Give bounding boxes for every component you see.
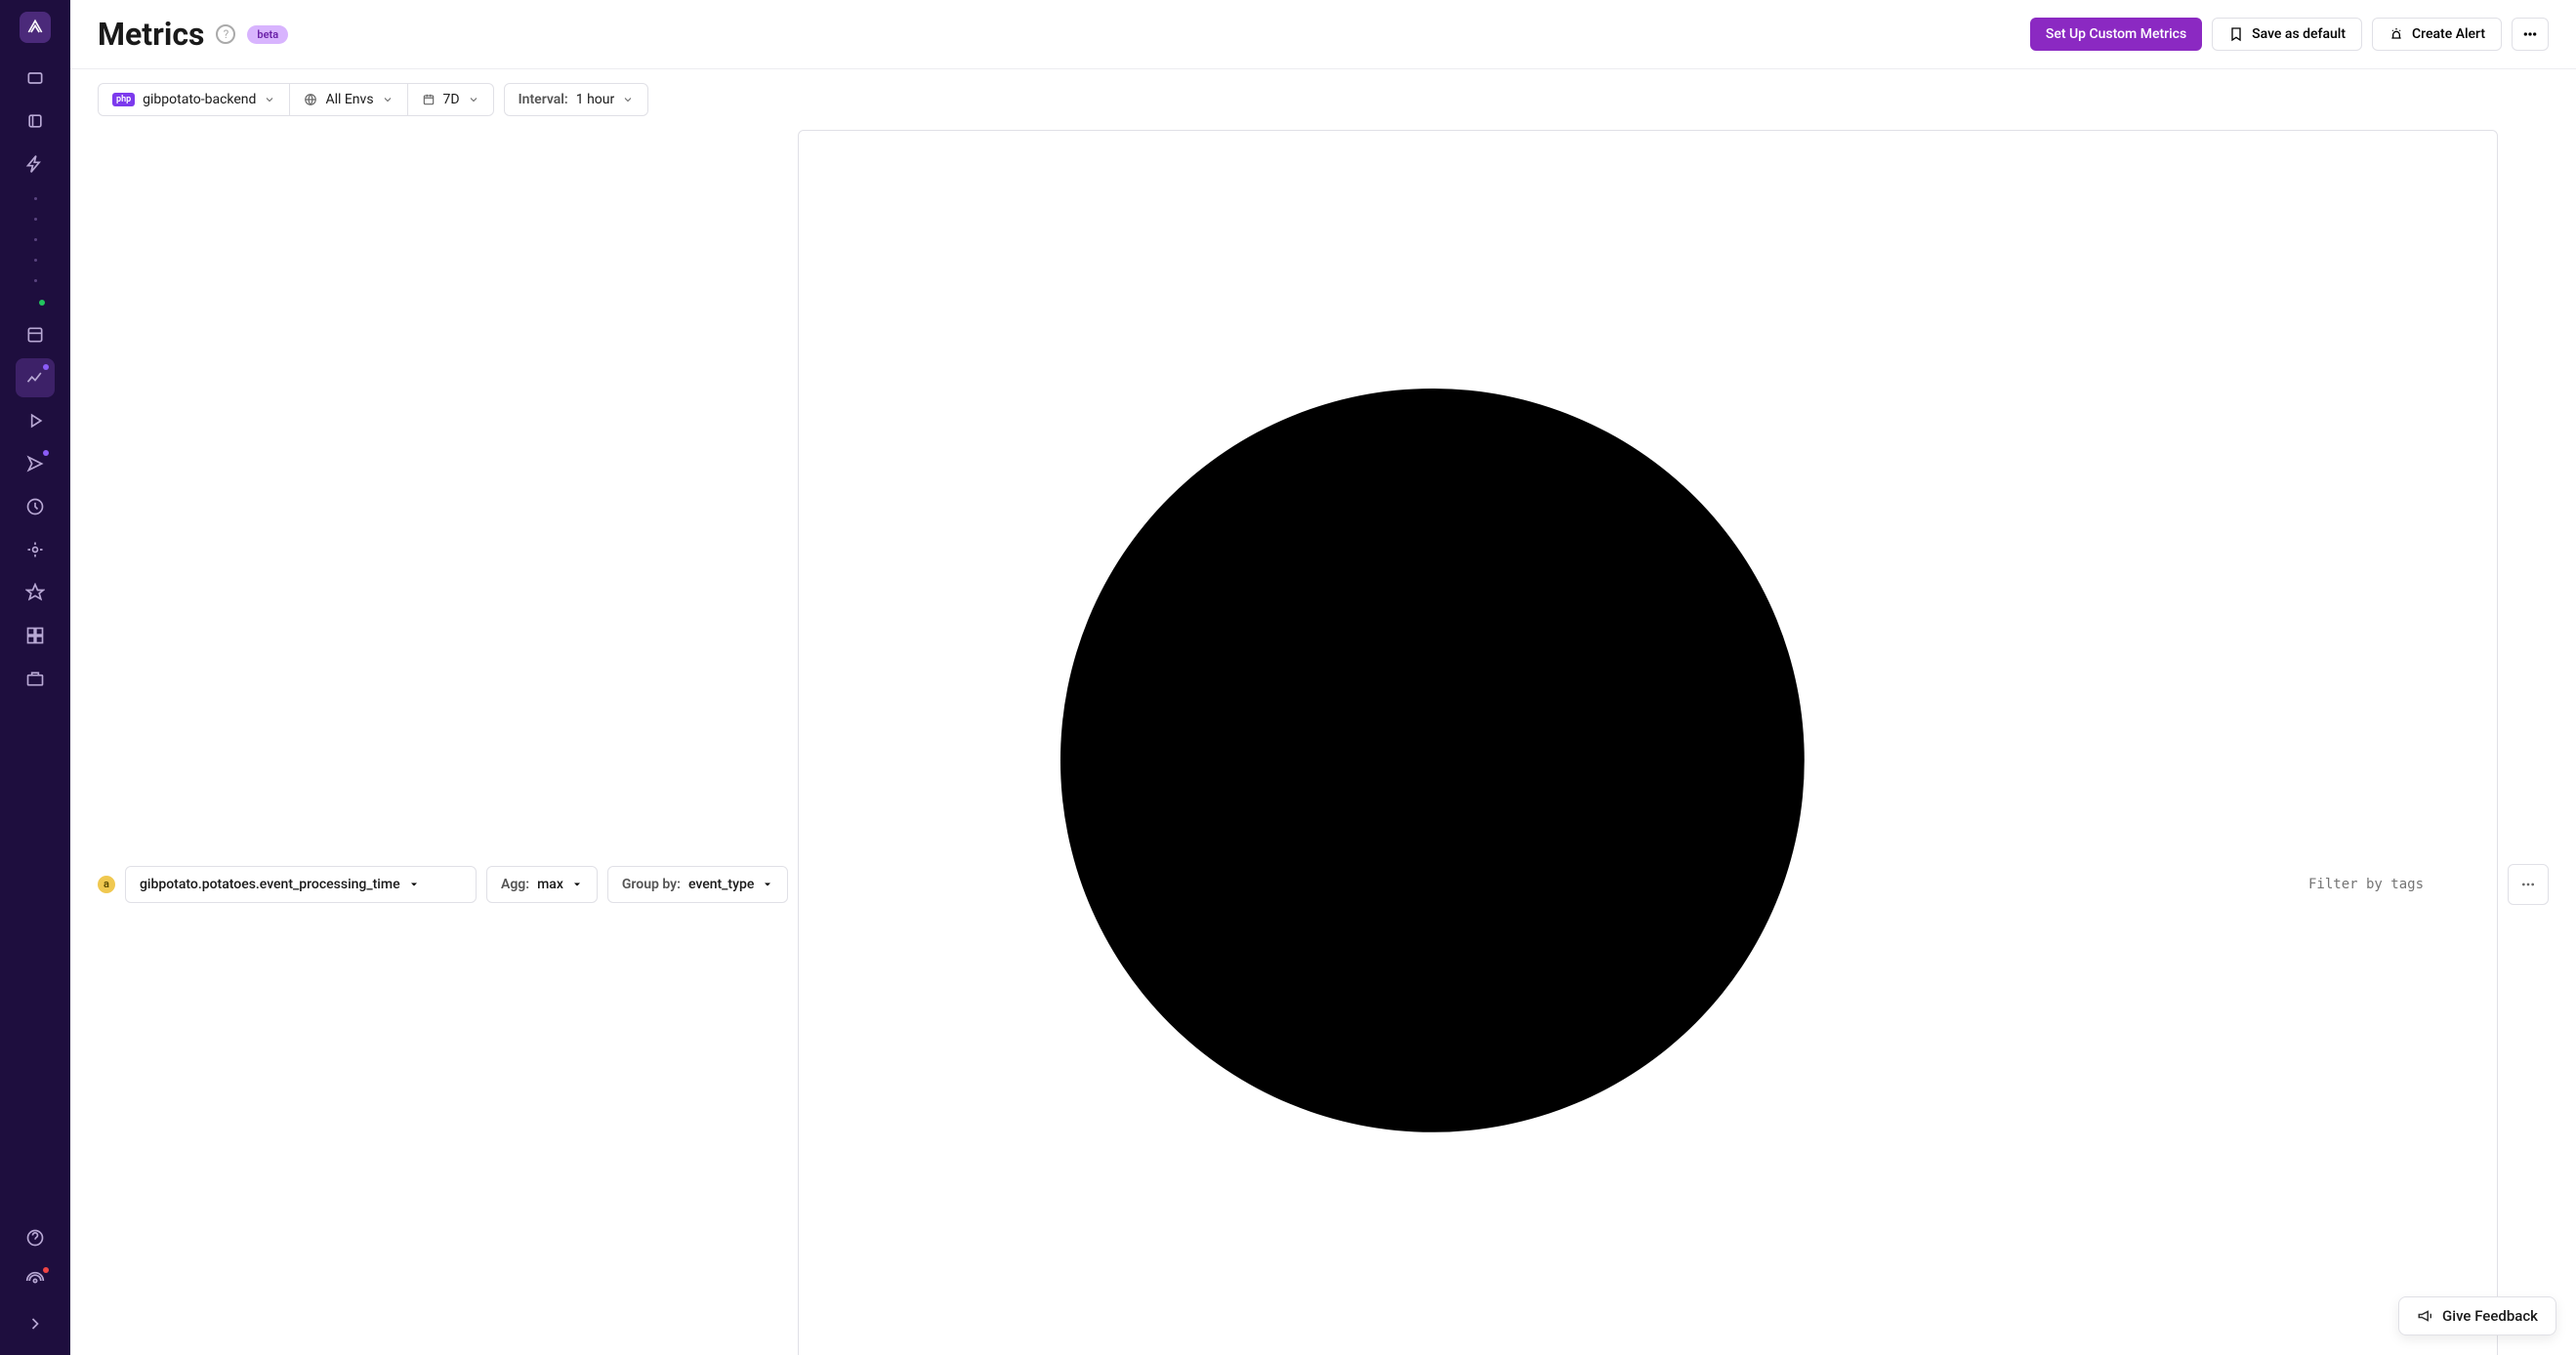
nav-expand[interactable] <box>16 1304 55 1343</box>
chevron-down-icon <box>382 94 394 105</box>
nav-performance[interactable] <box>16 144 55 184</box>
nav-metrics[interactable] <box>16 358 55 397</box>
nav-profiling[interactable] <box>16 315 55 354</box>
nav-discover[interactable] <box>16 444 55 483</box>
chevron-down-icon <box>622 94 634 105</box>
group-by-select-a[interactable]: Group by: event_type <box>607 866 788 903</box>
nav-stats[interactable] <box>16 659 55 698</box>
env-filter[interactable]: All Envs <box>289 84 406 115</box>
query-more-a[interactable] <box>2508 864 2549 905</box>
ellipsis-icon <box>2522 26 2538 42</box>
nav-alerts[interactable] <box>16 530 55 569</box>
nav-dashboards[interactable] <box>16 616 55 655</box>
more-actions-button[interactable] <box>2512 18 2549 51</box>
query-builder: a gibpotato.potatoes.event_processing_ti… <box>70 130 2576 1355</box>
nav-replays[interactable] <box>16 401 55 440</box>
globe-icon <box>304 93 317 106</box>
calendar-icon <box>422 93 436 106</box>
chevron-down-icon <box>408 879 420 890</box>
give-feedback-button[interactable]: Give Feedback <box>2398 1296 2556 1335</box>
search-icon <box>812 141 2301 1355</box>
nav-projects[interactable] <box>16 102 55 141</box>
nav-help[interactable] <box>16 1218 55 1257</box>
siren-icon <box>2389 26 2404 42</box>
tag-filter-input-a[interactable] <box>2308 877 2483 892</box>
filter-bar: php gibpotato-backend All Envs 7D Interv… <box>70 69 2576 130</box>
main-content: Metrics ? beta Set Up Custom Metrics Sav… <box>70 0 2576 1355</box>
app-sidebar <box>0 0 70 1355</box>
ellipsis-icon <box>2520 877 2536 892</box>
chevron-down-icon <box>762 879 773 890</box>
page-title: Metrics <box>98 16 204 53</box>
nav-divider <box>25 197 45 306</box>
chevron-down-icon <box>264 94 275 105</box>
beta-badge: beta <box>247 25 288 44</box>
metric-select-a[interactable]: gibpotato.potatoes.event_processing_time <box>125 866 477 903</box>
time-range-filter[interactable]: 7D <box>407 84 493 115</box>
sentry-logo[interactable] <box>20 12 51 43</box>
help-icon[interactable]: ? <box>216 24 235 44</box>
nav-broadcast[interactable] <box>16 1261 55 1300</box>
project-filter[interactable]: php gibpotato-backend <box>99 84 289 115</box>
query-row-a: a gibpotato.potatoes.event_processing_ti… <box>98 130 2549 1355</box>
interval-filter[interactable]: Interval: 1 hour <box>505 84 648 115</box>
nav-releases[interactable] <box>16 573 55 612</box>
create-alert-button[interactable]: Create Alert <box>2372 18 2502 51</box>
nav-issues[interactable] <box>16 59 55 98</box>
bookmark-icon <box>2228 26 2244 42</box>
megaphone-icon <box>2417 1307 2434 1325</box>
save-as-default-button[interactable]: Save as default <box>2212 18 2362 51</box>
setup-custom-metrics-button[interactable]: Set Up Custom Metrics <box>2030 18 2202 51</box>
nav-crons[interactable] <box>16 487 55 526</box>
chevron-down-icon <box>571 879 583 890</box>
query-badge-a: a <box>98 876 115 893</box>
page-header: Metrics ? beta Set Up Custom Metrics Sav… <box>70 0 2576 69</box>
agg-select-a[interactable]: Agg: max <box>486 866 598 903</box>
tag-filter-a[interactable] <box>798 130 2498 1355</box>
chevron-down-icon <box>468 94 479 105</box>
php-icon: php <box>112 93 135 106</box>
